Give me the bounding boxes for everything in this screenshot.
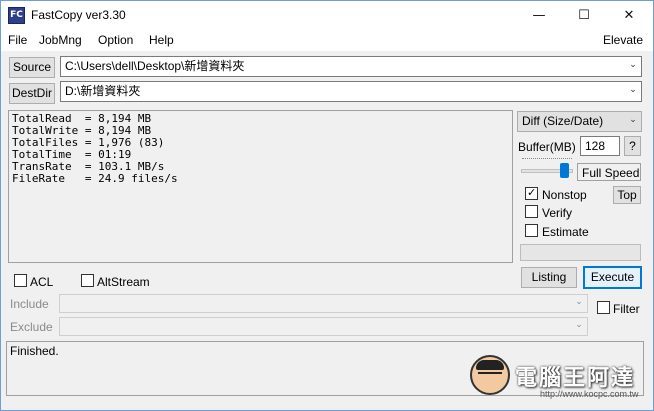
nonstop-label: Nonstop [542,188,587,202]
watermark-url: http://www.kocpc.com.tw [540,389,639,399]
nonstop-checkbox[interactable] [525,186,538,200]
include-label: Include [10,297,49,311]
estimate-checkbox[interactable] [525,224,538,237]
buffer-help-button[interactable]: ? [624,136,641,156]
filter-label: Filter [613,302,640,316]
include-input[interactable] [59,294,588,313]
top-button[interactable]: Top [613,186,641,204]
destdir-chevron-down-icon[interactable]: ⌄ [626,85,640,99]
menu-help[interactable]: Help [149,33,174,47]
verify-label: Verify [542,206,573,220]
source-button[interactable]: Source [9,57,55,78]
exclude-input[interactable] [59,317,588,336]
exclude-label: Exclude [10,320,53,334]
menu-elevate[interactable]: Elevate [603,33,643,47]
source-chevron-down-icon[interactable]: ⌄ [626,60,640,74]
acl-label: ACL [30,275,54,289]
watermark-mascot-glasses [478,372,502,378]
verify-checkbox[interactable] [525,205,538,218]
destdir-path-value: D:\新增資料夾 [65,84,141,98]
destdir-path-input[interactable]: D:\新增資料夾 [60,81,642,102]
speed-ticks [522,158,572,162]
execute-button[interactable]: Execute [583,266,642,289]
app-icon: FC [8,7,25,24]
menu-option[interactable]: Option [98,33,133,47]
exclude-chevron-down-icon[interactable]: ⌄ [572,320,586,334]
window-title: FastCopy ver3.30 [31,8,126,22]
destdir-button[interactable]: DestDir [9,83,55,104]
maximize-button[interactable]: ☐ [561,1,607,30]
speed-slider-thumb[interactable] [560,163,569,178]
speed-label: Full Speed [582,166,640,180]
buffer-label: Buffer(MB) [518,140,576,154]
progress-bar [520,244,641,261]
estimate-label: Estimate [542,225,589,239]
watermark-text: 電腦王阿達 [515,366,636,391]
close-button[interactable]: ✕ [606,1,652,30]
acl-checkbox[interactable] [14,274,27,287]
copy-mode-select[interactable]: Diff (Size/Date) [517,111,642,132]
filter-checkbox[interactable] [597,301,610,314]
menu-file[interactable]: File [8,33,27,47]
source-path-input[interactable]: C:\Users\dell\Desktop\新增資料夾 [60,56,642,77]
menu-jobmng[interactable]: JobMng [39,33,82,47]
status-text: Finished. [10,344,59,358]
source-path-value: C:\Users\dell\Desktop\新增資料夾 [65,59,245,73]
mode-chevron-down-icon[interactable]: ⌄ [626,115,640,129]
stats-list: TotalRead = 8,194 MB TotalWrite = 8,194 … [12,113,178,185]
altstream-label: AltStream [97,275,150,289]
minimize-button[interactable]: — [516,1,562,30]
copy-mode-value: Diff (Size/Date) [522,114,604,128]
include-chevron-down-icon[interactable]: ⌄ [572,297,586,311]
listing-button[interactable]: Listing [521,267,577,288]
buffer-input[interactable]: 128 [580,136,620,156]
watermark-mascot-hair [476,360,504,370]
altstream-checkbox[interactable] [81,274,94,287]
stat-file-rate: FileRate = 24.9 files/s [12,172,178,185]
